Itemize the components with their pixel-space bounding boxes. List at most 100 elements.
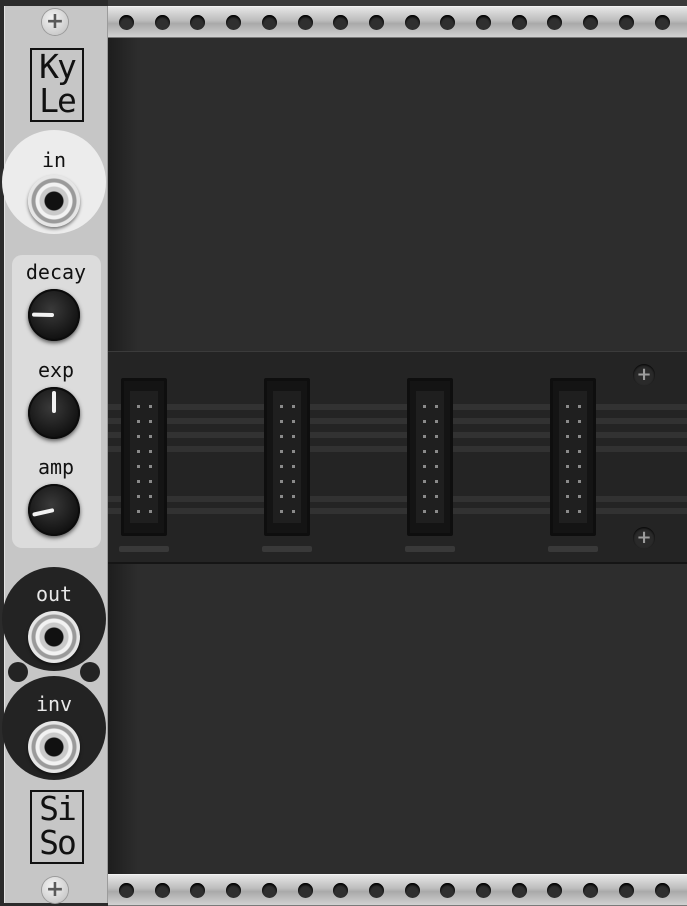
connector-pin xyxy=(292,420,295,423)
connector-pin xyxy=(292,495,295,498)
connector-pin xyxy=(578,495,581,498)
connector-pin xyxy=(423,495,426,498)
knob-indicator xyxy=(31,312,55,317)
connector-pin xyxy=(137,435,140,438)
connector-pin xyxy=(423,420,426,423)
ribbon-connector-icon xyxy=(264,378,310,536)
ribbon-stripe xyxy=(108,404,687,410)
connector-pin xyxy=(292,465,295,468)
connector-pin xyxy=(566,465,569,468)
connector-pin xyxy=(280,465,283,468)
screw-icon: + xyxy=(42,877,68,903)
amp-knob[interactable] xyxy=(28,484,80,536)
rail-hole xyxy=(404,883,420,898)
rail-hole xyxy=(119,15,134,30)
rail-hole xyxy=(618,15,634,30)
screw-icon: + xyxy=(633,364,655,386)
rail-hole xyxy=(226,883,242,898)
logo-bottom-line1: Si xyxy=(39,789,77,828)
in-jack-icon[interactable] xyxy=(28,175,80,227)
ribbon-stripe xyxy=(108,418,687,424)
connector-pin xyxy=(423,480,426,483)
connector-pin xyxy=(137,510,140,513)
connector-pin xyxy=(578,480,581,483)
rail-hole xyxy=(654,883,670,898)
connector-pin xyxy=(149,510,152,513)
rack-rail-top xyxy=(108,6,687,38)
connector-inner xyxy=(130,391,158,523)
rail-hole xyxy=(261,15,277,30)
rail-hole xyxy=(404,15,420,30)
connector-pin xyxy=(149,420,152,423)
connector-pin xyxy=(566,495,569,498)
connector-pin xyxy=(149,405,152,408)
connector-pin xyxy=(566,405,569,408)
ribbon-stripe xyxy=(108,432,687,438)
connector-pin xyxy=(280,405,283,408)
rail-hole xyxy=(476,15,491,30)
rail-hole xyxy=(226,15,242,30)
connector-pin xyxy=(292,510,295,513)
rail-hole xyxy=(297,883,313,898)
rail-hole xyxy=(440,15,456,30)
connector-pin xyxy=(423,435,426,438)
ribbon-stripe xyxy=(108,496,687,502)
connector-pin xyxy=(566,450,569,453)
rail-hole xyxy=(190,883,206,898)
connector-pin xyxy=(292,480,295,483)
out-jack-icon[interactable] xyxy=(28,611,80,663)
connector-pin xyxy=(149,495,152,498)
connector-pin xyxy=(280,480,283,483)
connector-pin xyxy=(149,450,152,453)
connector-pin xyxy=(566,420,569,423)
connector-pin xyxy=(280,435,283,438)
screw-icon: + xyxy=(42,9,68,35)
decay-knob[interactable] xyxy=(28,289,80,341)
module-panel: + + Ky Le in decay exp amp out inv Si So xyxy=(2,6,108,903)
port-bridge-dot xyxy=(80,662,100,682)
connector-pin xyxy=(423,405,426,408)
connector-pin xyxy=(292,405,295,408)
ribbon-connector-icon xyxy=(121,378,167,536)
exp-label: exp xyxy=(37,358,75,382)
connector-pin xyxy=(137,495,140,498)
connector-base xyxy=(405,546,455,552)
connector-pin xyxy=(566,480,569,483)
inv-jack-icon[interactable] xyxy=(28,721,80,773)
connector-pin xyxy=(423,450,426,453)
logo-top-line1: Ky xyxy=(39,47,77,86)
screw-icon: + xyxy=(633,527,655,549)
connector-pin xyxy=(578,405,581,408)
rail-hole xyxy=(190,15,206,30)
connector-pin xyxy=(435,450,438,453)
connector-pin xyxy=(566,510,569,513)
connector-pin xyxy=(280,450,283,453)
rail-hole xyxy=(333,15,349,30)
blank-plate: + + xyxy=(108,351,687,564)
rail-hole xyxy=(583,15,599,30)
rail-hole xyxy=(511,15,527,30)
out-label: out xyxy=(35,582,73,606)
connector-inner xyxy=(273,391,301,523)
connector-pin xyxy=(149,480,152,483)
rail-hole xyxy=(119,883,134,898)
connector-pin xyxy=(435,495,438,498)
exp-knob[interactable] xyxy=(28,387,80,439)
connector-base xyxy=(548,546,598,552)
logo-bottom: Si So xyxy=(30,790,84,864)
rail-hole xyxy=(368,883,384,898)
connector-base xyxy=(119,546,169,552)
in-label: in xyxy=(41,148,67,172)
connector-pin xyxy=(137,480,140,483)
rail-hole xyxy=(547,883,563,898)
knob-indicator xyxy=(32,508,55,517)
rail-hole xyxy=(547,15,563,30)
logo-top: Ky Le xyxy=(30,48,84,122)
connector-pin xyxy=(566,435,569,438)
rail-hole xyxy=(440,883,456,898)
rail-hole xyxy=(333,883,349,898)
connector-pin xyxy=(435,405,438,408)
rail-hole xyxy=(476,883,491,898)
rack-rail-bottom xyxy=(108,874,687,906)
ribbon-stripe xyxy=(108,508,687,514)
